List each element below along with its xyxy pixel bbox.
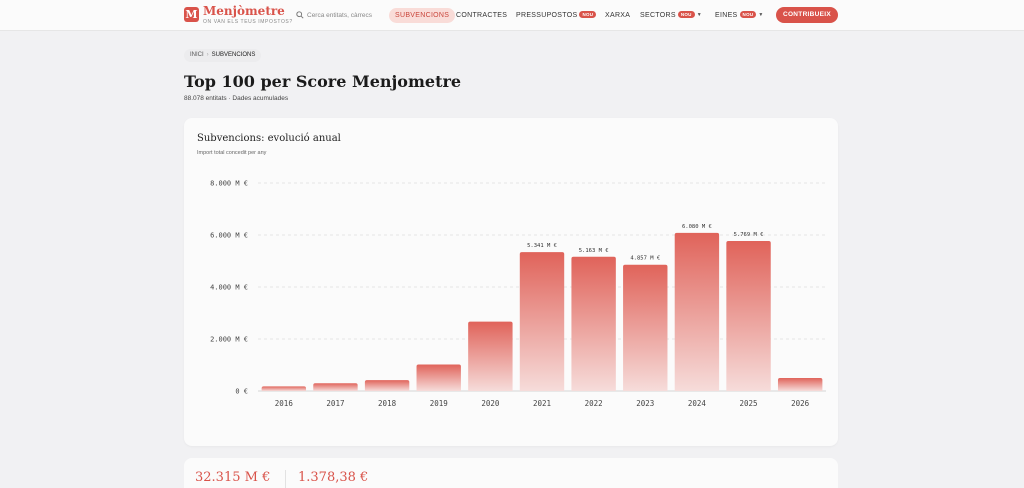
bar-2021 <box>519 252 565 391</box>
stat-average-amount: 1.378,38 € <box>298 470 369 485</box>
stat-total-amount: 32.315 M € <box>195 470 271 485</box>
stats-card <box>184 458 838 488</box>
bar-2024 <box>674 232 720 391</box>
data-label: 5.769 M € <box>734 232 764 238</box>
bar-2017 <box>313 383 358 391</box>
x-tick-label: 2022 <box>585 399 603 408</box>
x-tick-label: 2019 <box>430 399 448 408</box>
x-tick-label: 2017 <box>326 399 344 408</box>
y-tick-label: 4.000 M € <box>210 284 248 292</box>
bar-2020 <box>468 321 513 391</box>
x-tick-label: 2018 <box>378 399 397 408</box>
x-tick-label: 2024 <box>688 399 707 408</box>
bar-2023 <box>623 264 668 391</box>
y-tick-label: 8.000 M € <box>210 180 248 188</box>
bar-2025 <box>726 241 771 391</box>
bar-2022 <box>571 256 616 391</box>
data-label: 5.163 M € <box>579 248 609 254</box>
data-label: 5.341 M € <box>527 243 557 249</box>
x-tick-label: 2020 <box>481 399 500 408</box>
x-tick-label: 2021 <box>533 399 551 408</box>
bar-2019 <box>416 364 461 391</box>
x-tick-label: 2023 <box>636 399 654 408</box>
bar-2018 <box>364 380 410 391</box>
data-label: 4.857 M € <box>630 256 660 262</box>
stat-divider <box>285 470 286 488</box>
x-tick-label: 2025 <box>740 399 758 408</box>
bar-2016 <box>261 386 307 391</box>
y-tick-label: 6.000 M € <box>210 232 248 240</box>
data-label: 6.080 M € <box>682 224 712 230</box>
y-tick-label: 2.000 M € <box>210 336 248 344</box>
y-tick-label: 0 € <box>235 388 248 396</box>
x-tick-label: 2026 <box>791 399 810 408</box>
annual-subsidies-bar-chart: 0 € 2.000 M € 4.000 M € 6.000 M € 8.000 M € 2… <box>210 180 826 408</box>
x-tick-label: 2016 <box>275 399 294 408</box>
bar-2026 <box>777 378 823 391</box>
